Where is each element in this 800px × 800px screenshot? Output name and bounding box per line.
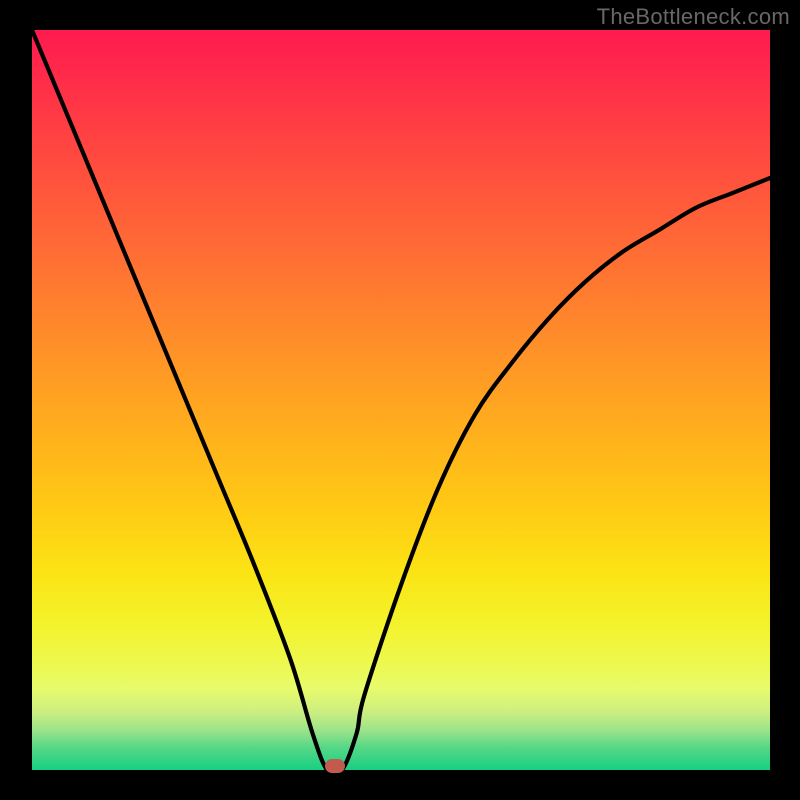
bottleneck-curve — [32, 30, 770, 770]
watermark-text: TheBottleneck.com — [597, 4, 790, 30]
chart-container: TheBottleneck.com — [0, 0, 800, 800]
optimal-point-marker — [325, 759, 345, 773]
plot-area — [32, 30, 770, 770]
